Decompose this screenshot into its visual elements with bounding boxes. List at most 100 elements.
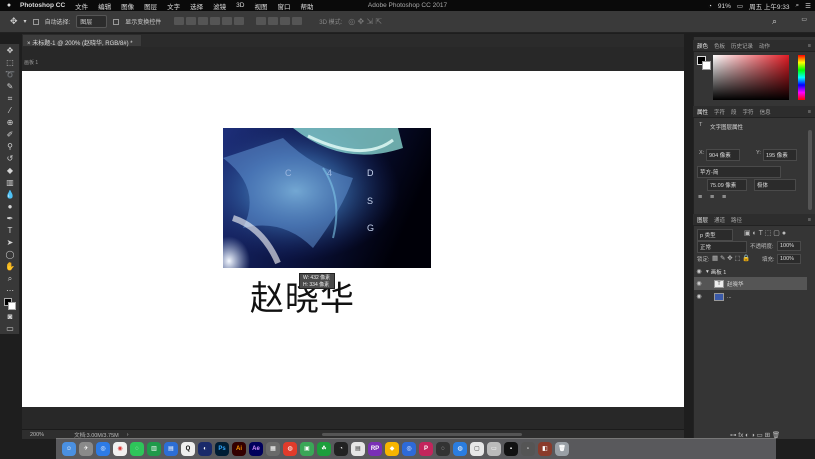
tab-character[interactable]: 字符 bbox=[714, 108, 725, 116]
lock-icons[interactable]: ▦ ✎ ✥ ⬚ 🔒 bbox=[712, 254, 751, 262]
opacity-field[interactable]: 100% bbox=[777, 241, 801, 251]
quick-mask-icon[interactable]: ◙ bbox=[4, 312, 16, 322]
zoom-tool-icon[interactable]: ⌕ bbox=[4, 274, 16, 284]
clock[interactable]: 周五 上午9:33 bbox=[749, 1, 789, 11]
rp-icon[interactable]: RP bbox=[368, 442, 382, 456]
tab-char2[interactable]: 字符 bbox=[743, 108, 754, 116]
apple-icon[interactable]: ● bbox=[4, 2, 14, 9]
app-icon[interactable]: ◍ bbox=[453, 442, 467, 456]
app-icon[interactable]: ◎ bbox=[402, 442, 416, 456]
app-icon[interactable]: ◔ bbox=[334, 442, 348, 456]
menu-layer[interactable]: 图层 bbox=[144, 1, 157, 11]
wechat-icon[interactable]: ◌ bbox=[130, 442, 144, 456]
tab-color[interactable]: 颜色 bbox=[697, 42, 708, 50]
status-arrow-icon[interactable]: › bbox=[127, 432, 129, 438]
keynote-icon[interactable]: ▤ bbox=[164, 442, 178, 456]
properties-scrollbar[interactable] bbox=[808, 130, 812, 210]
color-swatches-icon[interactable] bbox=[4, 298, 16, 310]
align-right-icon[interactable]: ≡ bbox=[722, 194, 726, 201]
qq-icon[interactable]: Q bbox=[181, 442, 195, 456]
crop-tool-icon[interactable]: ⌗ bbox=[4, 94, 16, 104]
shape-tool-icon[interactable]: ◯ bbox=[4, 250, 16, 260]
panel-menu-icon[interactable]: ≡ bbox=[808, 217, 811, 223]
chrome-icon[interactable]: ◉ bbox=[113, 442, 127, 456]
more-tools-icon[interactable]: ⋯ bbox=[4, 286, 16, 296]
app-icon[interactable]: ▣ bbox=[300, 442, 314, 456]
search-icon[interactable]: ⌕ bbox=[772, 16, 777, 27]
x-field[interactable]: 904 像素 bbox=[706, 149, 740, 161]
layer-filter-icons[interactable]: ▣ ◐ T ⬚ ▢ ● bbox=[744, 229, 786, 237]
battery-percent[interactable]: 91% bbox=[718, 3, 731, 10]
zoom-level[interactable]: 200% bbox=[30, 432, 44, 438]
app-icon[interactable]: ◌ bbox=[436, 442, 450, 456]
hand-tool-icon[interactable]: ✋ bbox=[4, 262, 16, 272]
app-icon[interactable]: P bbox=[419, 442, 433, 456]
menu-view[interactable]: 视图 bbox=[254, 1, 267, 11]
eye-icon[interactable]: ◉ bbox=[694, 280, 704, 287]
align-center-icon[interactable]: ≡ bbox=[710, 194, 714, 201]
menu-window[interactable]: 窗口 bbox=[277, 1, 290, 11]
safari-icon[interactable]: ◎ bbox=[96, 442, 110, 456]
app-icon[interactable]: ▪ bbox=[504, 442, 518, 456]
panel-menu-icon[interactable]: ≡ bbox=[808, 109, 811, 115]
artboard-label[interactable]: 画板 1 bbox=[22, 59, 684, 67]
distribute-button[interactable] bbox=[256, 16, 267, 25]
menu-help[interactable]: 帮助 bbox=[300, 1, 313, 11]
font-family-select[interactable]: 苹方-简 bbox=[697, 166, 781, 178]
align-left-button[interactable] bbox=[210, 16, 221, 25]
app-icon[interactable]: ▫ bbox=[521, 442, 535, 456]
tab-layers[interactable]: 图层 bbox=[697, 216, 708, 224]
menu-edit[interactable]: 编辑 bbox=[98, 1, 111, 11]
healing-brush-icon[interactable]: ⊕ bbox=[4, 118, 16, 128]
menu-app-name[interactable]: Photoshop CC bbox=[20, 2, 65, 9]
launchpad-icon[interactable]: ✈ bbox=[79, 442, 93, 456]
layer-row-text[interactable]: ◉ T 赵晓华 bbox=[694, 277, 807, 290]
notification-icon[interactable]: ☰ bbox=[805, 2, 811, 10]
dodge-tool-icon[interactable]: ● bbox=[4, 202, 16, 212]
marquee-tool-icon[interactable]: ⬚ bbox=[4, 58, 16, 68]
app-icon[interactable]: ◧ bbox=[538, 442, 552, 456]
menu-image[interactable]: 图像 bbox=[121, 1, 134, 11]
clone-stamp-icon[interactable]: ⚲ bbox=[4, 142, 16, 152]
tab-properties[interactable]: 属性 bbox=[697, 108, 708, 116]
tool-preset-dropdown[interactable]: ▾ bbox=[24, 18, 27, 25]
distribute-button[interactable] bbox=[280, 16, 291, 25]
tab-paragraph[interactable]: 段 bbox=[731, 108, 737, 116]
layer-name[interactable]: ... bbox=[727, 294, 732, 300]
workspace-icon[interactable]: ▭ bbox=[801, 16, 807, 23]
3d-orbit-icon[interactable]: ◎ ✥ ⇲ ⇱ bbox=[348, 17, 382, 26]
aftereffects-icon[interactable]: Ae bbox=[249, 442, 263, 456]
weibo-icon[interactable]: ◍ bbox=[283, 442, 297, 456]
app-icon[interactable]: ▢ bbox=[470, 442, 484, 456]
pages-icon[interactable]: ▤ bbox=[351, 442, 365, 456]
cinema4d-icon[interactable]: ◐ bbox=[198, 442, 212, 456]
trash-icon[interactable]: 🗑 bbox=[555, 442, 569, 456]
layer-filter-select[interactable]: p 类型 bbox=[697, 229, 733, 241]
tab-info[interactable]: 信息 bbox=[760, 108, 771, 116]
wifi-icon[interactable]: ◔ bbox=[708, 3, 712, 10]
layer-row-artboard[interactable]: ◉ ▾ 画板 1 bbox=[694, 266, 807, 277]
menu-type[interactable]: 文字 bbox=[167, 1, 180, 11]
sketch-icon[interactable]: ◆ bbox=[385, 442, 399, 456]
distribute-button[interactable] bbox=[292, 16, 303, 25]
numbers-icon[interactable]: ▥ bbox=[147, 442, 161, 456]
layer-name[interactable]: 画板 1 bbox=[711, 268, 727, 276]
finder-icon[interactable]: ☺ bbox=[62, 442, 76, 456]
fill-field[interactable]: 100% bbox=[777, 254, 801, 264]
placed-image[interactable]: C 4 D S G bbox=[223, 128, 431, 268]
show-transform-checkbox[interactable] bbox=[113, 18, 120, 25]
menu-file[interactable]: 文件 bbox=[75, 1, 88, 11]
layer-name[interactable]: 赵晓华 bbox=[727, 280, 744, 288]
eraser-icon[interactable]: ◆ bbox=[4, 166, 16, 176]
menu-select[interactable]: 选择 bbox=[190, 1, 203, 11]
expand-arrow-icon[interactable]: ▾ bbox=[706, 269, 709, 275]
brush-tool-icon[interactable]: ✐ bbox=[4, 130, 16, 140]
auto-select-dropdown[interactable]: 图层 bbox=[76, 15, 108, 28]
hue-slider[interactable] bbox=[798, 55, 805, 100]
blend-mode-select[interactable]: 正常 bbox=[697, 241, 747, 253]
align-top-button[interactable] bbox=[174, 16, 185, 25]
align-right-button[interactable] bbox=[234, 16, 245, 25]
align-left-icon[interactable]: ≡ bbox=[698, 194, 702, 201]
menu-filter[interactable]: 滤镜 bbox=[213, 1, 226, 11]
align-middle-button[interactable] bbox=[186, 16, 197, 25]
